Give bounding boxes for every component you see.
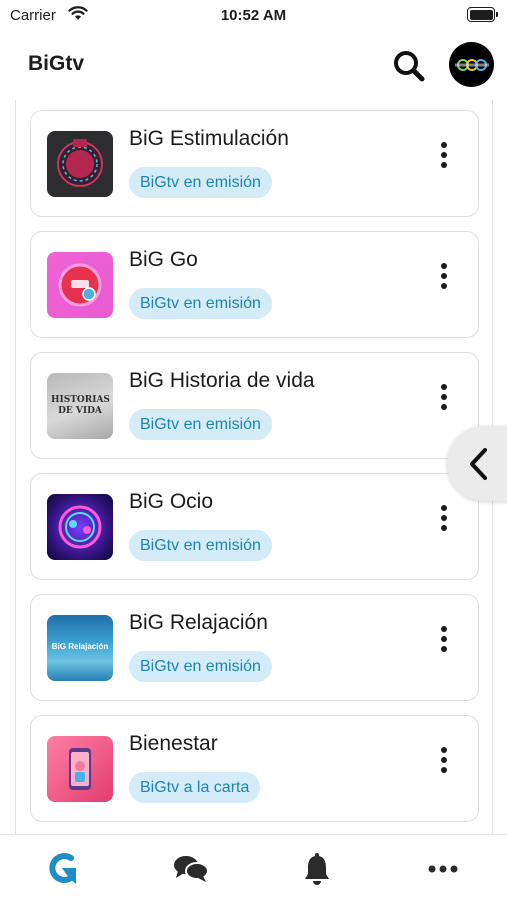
channel-title: Bienestar (129, 732, 218, 755)
channel-thumbnail-label: BiG Relajación (51, 642, 109, 651)
channel-title: BiG Historia de vida (129, 369, 315, 392)
channel-thumbnail (47, 131, 113, 197)
status-badge: BiGtv en emisión (129, 409, 272, 440)
more-horizontal-icon[interactable] (423, 849, 463, 889)
channel-card[interactable]: HISTORIAS DE VIDA BiG Historia de vida B… (30, 352, 479, 459)
home-logo-icon[interactable] (44, 849, 84, 889)
channel-thumbnail-label: HISTORIAS DE VIDA (51, 395, 110, 416)
channel-card[interactable]: BiG Go BiGtv en emisión (30, 231, 479, 338)
channel-thumbnail (47, 494, 113, 560)
channel-list[interactable]: BiG Estimulación BiGtv en emisión BiG Go… (15, 100, 493, 834)
channel-title: BiG Ocio (129, 490, 214, 513)
more-vertical-icon[interactable] (436, 498, 452, 538)
status-badge: BiGtv en emisión (129, 167, 272, 198)
channel-thumbnail: HISTORIAS DE VIDA (47, 373, 113, 439)
channel-title: BiG Relajación (129, 611, 268, 634)
bell-icon[interactable] (297, 849, 337, 889)
chat-icon[interactable] (171, 849, 211, 889)
channel-thumbnail (47, 736, 113, 802)
channel-card[interactable]: Bienestar BiGtv a la carta (30, 715, 479, 822)
more-vertical-icon[interactable] (436, 740, 452, 780)
status-bar: Carrier 10:52 AM (0, 0, 507, 30)
more-vertical-icon[interactable] (436, 135, 452, 175)
channel-title: BiG Estimulación (129, 127, 289, 150)
channel-card[interactable]: BiG Relajación BiG Relajación BiGtv en e… (30, 594, 479, 701)
channel-card[interactable]: BiG Estimulación BiGtv en emisión (30, 110, 479, 217)
app-header: BiGtv (0, 30, 507, 100)
status-badge: BiGtv en emisión (129, 651, 272, 682)
more-vertical-icon[interactable] (436, 619, 452, 659)
status-badge: BiGtv a la carta (129, 772, 261, 803)
more-vertical-icon[interactable] (436, 377, 452, 417)
channel-card[interactable]: BiG Ocio BiGtv en emisión (30, 473, 479, 580)
battery-icon (467, 7, 498, 22)
more-vertical-icon[interactable] (436, 256, 452, 296)
chevron-left-icon (470, 447, 487, 480)
channel-title: BiG Go (129, 248, 198, 271)
page-title: BiGtv (28, 52, 85, 75)
status-time: 10:52 AM (220, 7, 287, 24)
bottom-tab-bar (0, 834, 507, 900)
channel-thumbnail (47, 252, 113, 318)
status-badge: BiGtv en emisión (129, 530, 272, 561)
channel-thumbnail: BiG Relajación (47, 615, 113, 681)
avatar[interactable] (449, 42, 494, 87)
search-icon[interactable] (389, 46, 429, 86)
status-badge: BiGtv en emisión (129, 288, 272, 319)
